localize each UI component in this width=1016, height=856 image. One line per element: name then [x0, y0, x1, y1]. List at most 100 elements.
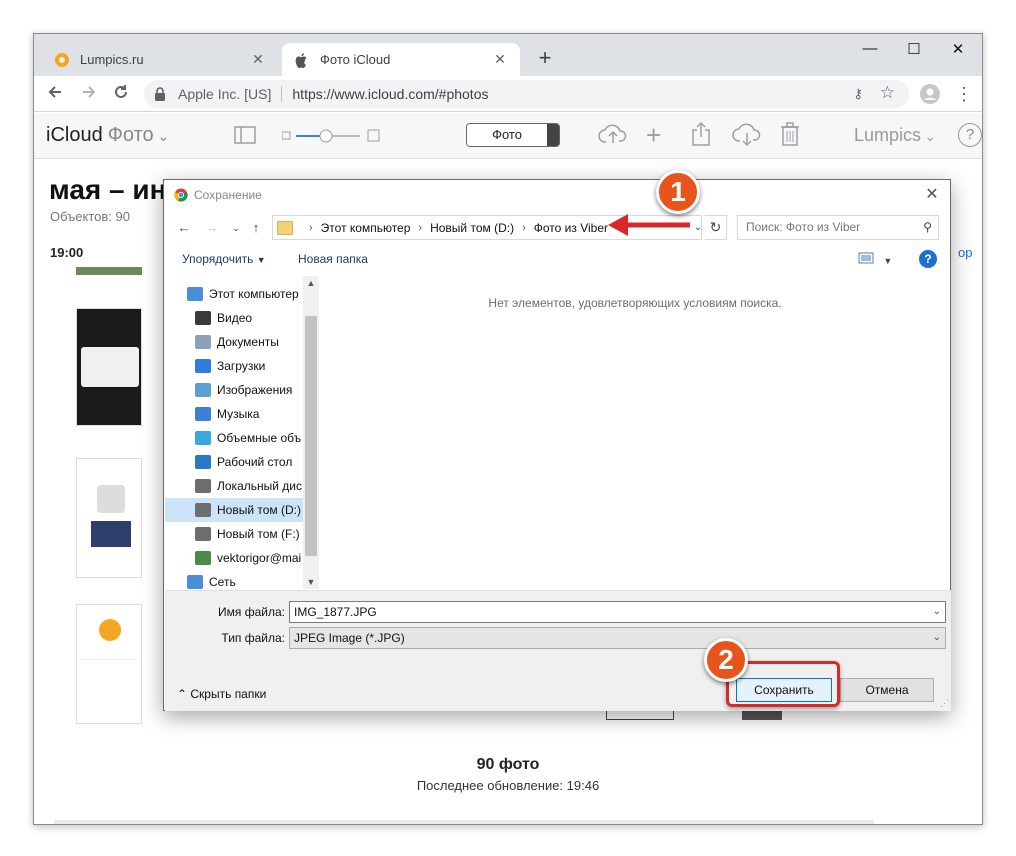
navigation-scrollbar[interactable]: ▲ ▼	[303, 276, 319, 589]
upload-cloud-icon[interactable]	[598, 123, 628, 150]
zoom-slider[interactable]	[281, 128, 382, 149]
nav-tree-item[interactable]: Сеть	[165, 570, 304, 589]
refresh-icon[interactable]: ↻	[705, 215, 727, 240]
tab-icloud-photos[interactable]: Фото iCloud ✕	[282, 43, 520, 76]
scroll-down-icon[interactable]: ▼	[303, 577, 319, 587]
nav-tree-item[interactable]: Этот компьютер	[165, 282, 304, 306]
nav-tree-label: Новый том (F:)	[217, 527, 300, 541]
photo-thumbnail[interactable]	[76, 458, 142, 578]
nav-tree-label: Загрузки	[217, 359, 266, 373]
nav-tree-item[interactable]: Музыка	[165, 402, 304, 426]
tab-close-icon[interactable]: ✕	[250, 51, 266, 68]
nav-tree-item[interactable]: Объемные объ	[165, 426, 304, 450]
thumbnail-content	[91, 521, 131, 547]
search-input[interactable]: Поиск: Фото из Viber ⚲	[737, 215, 939, 240]
annotation-arrow	[608, 214, 690, 236]
breadcrumb-item[interactable]: Этот компьютер	[321, 221, 411, 235]
filename-input[interactable]: IMG_1877.JPG ⌄	[289, 601, 946, 623]
account-menu[interactable]: Lumpics ⌄	[854, 125, 936, 146]
photo-thumbnail[interactable]	[76, 604, 142, 724]
tab-close-icon[interactable]: ✕	[492, 51, 508, 68]
network-icon	[187, 575, 203, 589]
site-identity: Apple Inc. [US]	[178, 86, 272, 102]
icloud-brand[interactable]: iCloud Фото ⌄	[46, 124, 169, 147]
close-window-button[interactable]: ✕	[940, 40, 976, 58]
organize-menu[interactable]: Упорядочить ▼	[182, 252, 266, 266]
dialog-back-button[interactable]: ←	[176, 216, 192, 240]
nav-tree-item[interactable]: Изображения	[165, 378, 304, 402]
share-icon[interactable]	[690, 121, 712, 152]
trash-icon[interactable]	[780, 122, 800, 151]
browser-window: Lumpics.ru ✕ Фото iCloud ✕ + — ☐ ✕ Apple…	[33, 33, 983, 825]
user-icon	[195, 551, 211, 565]
up-level-button[interactable]: ↑	[248, 216, 264, 240]
dialog-help-icon[interactable]: ?	[919, 250, 937, 268]
sidebar-toggle-icon[interactable]	[234, 126, 256, 149]
organize-label: Упорядочить	[182, 252, 254, 266]
nav-tree-item[interactable]: Локальный дис	[165, 474, 304, 498]
scrollbar-thumb[interactable]	[305, 316, 317, 556]
video-icon	[195, 311, 211, 325]
chrome-icon	[174, 188, 188, 202]
photo-thumbnail[interactable]	[76, 267, 142, 275]
nav-tree-item[interactable]: Видео	[165, 306, 304, 330]
profile-avatar[interactable]	[918, 83, 942, 107]
minimize-button[interactable]: —	[852, 40, 888, 57]
hide-folders-toggle[interactable]: ⌃ Скрыть папки	[177, 687, 266, 701]
dialog-title: Сохранение	[194, 188, 262, 202]
scroll-up-icon[interactable]: ▲	[303, 278, 319, 288]
downloads-icon	[195, 359, 211, 373]
omnibox[interactable]: Apple Inc. [US] https://www.icloud.com/#…	[144, 80, 909, 108]
recent-locations-chevron-icon[interactable]: ⌄	[228, 216, 244, 240]
nav-tree-item[interactable]: Новый том (F:)	[165, 522, 304, 546]
breadcrumb-item[interactable]: Фото из Viber	[534, 221, 608, 235]
view-segment-control[interactable]: Фото	[466, 123, 560, 147]
photo-thumbnail[interactable]	[76, 308, 142, 426]
new-tab-button[interactable]: +	[534, 46, 556, 70]
menu-kebab-icon[interactable]: ⋮	[952, 83, 976, 107]
view-options-button[interactable]: ▼	[858, 252, 892, 267]
new-folder-button[interactable]: Новая папка	[298, 252, 368, 266]
folder-icon	[277, 220, 293, 235]
nav-tree-item[interactable]: Рабочий стол	[165, 450, 304, 474]
forward-button[interactable]	[78, 83, 100, 105]
dialog-forward-button[interactable]: →	[204, 216, 220, 240]
select-link[interactable]: ор	[958, 245, 972, 260]
breadcrumb-chevron-icon: ›	[418, 221, 423, 234]
drive-icon	[195, 527, 211, 541]
dialog-close-icon[interactable]: ✕	[922, 184, 942, 204]
thumbnail-content	[83, 651, 137, 701]
nav-tree-label: Локальный дис	[217, 479, 302, 493]
thumbnail-content	[97, 485, 125, 513]
desktop-icon	[195, 455, 211, 469]
download-cloud-icon[interactable]	[732, 123, 762, 152]
filename-dropdown-icon[interactable]: ⌄	[933, 602, 941, 622]
nav-tree-label: Объемные объ	[217, 431, 302, 445]
help-button[interactable]: ?	[958, 123, 982, 147]
cancel-button[interactable]: Отмена	[840, 678, 934, 702]
thumbnail-content	[99, 619, 121, 641]
reload-button[interactable]	[110, 83, 132, 105]
nav-tree-item[interactable]: Новый том (D:)	[165, 498, 304, 522]
nav-tree-item[interactable]: vektorigor@mai	[165, 546, 304, 570]
segment-photos[interactable]: Фото	[467, 124, 547, 146]
resize-grip-icon[interactable]: ⋰	[940, 698, 949, 709]
nav-tree-item[interactable]: Документы	[165, 330, 304, 354]
navigation-pane: Этот компьютер Видео Документы Загрузки Изоб…	[165, 276, 305, 589]
maximize-button[interactable]: ☐	[896, 40, 932, 58]
bookmark-star-icon[interactable]: ☆	[880, 83, 895, 103]
add-icon[interactable]: +	[646, 120, 661, 151]
filetype-dropdown-icon[interactable]: ⌄	[933, 628, 941, 648]
nav-tree-item[interactable]: Загрузки	[165, 354, 304, 378]
filetype-select[interactable]: JPEG Image (*.JPG) ⌄	[289, 627, 946, 649]
dropdown-arrow-icon: ▼	[256, 255, 266, 265]
dropdown-arrow-icon: ▼	[883, 256, 893, 266]
lumpics-favicon-icon	[54, 52, 70, 68]
key-icon[interactable]: ⚷	[853, 86, 863, 102]
tab-lumpics[interactable]: Lumpics.ru ✕	[42, 43, 278, 76]
back-button[interactable]	[44, 83, 66, 105]
segment-other[interactable]	[547, 124, 559, 146]
dialog-titlebar: Сохранение ✕	[164, 180, 950, 210]
breadcrumb-item[interactable]: Новый том (D:)	[430, 221, 514, 235]
omnibox-separator	[281, 86, 283, 102]
